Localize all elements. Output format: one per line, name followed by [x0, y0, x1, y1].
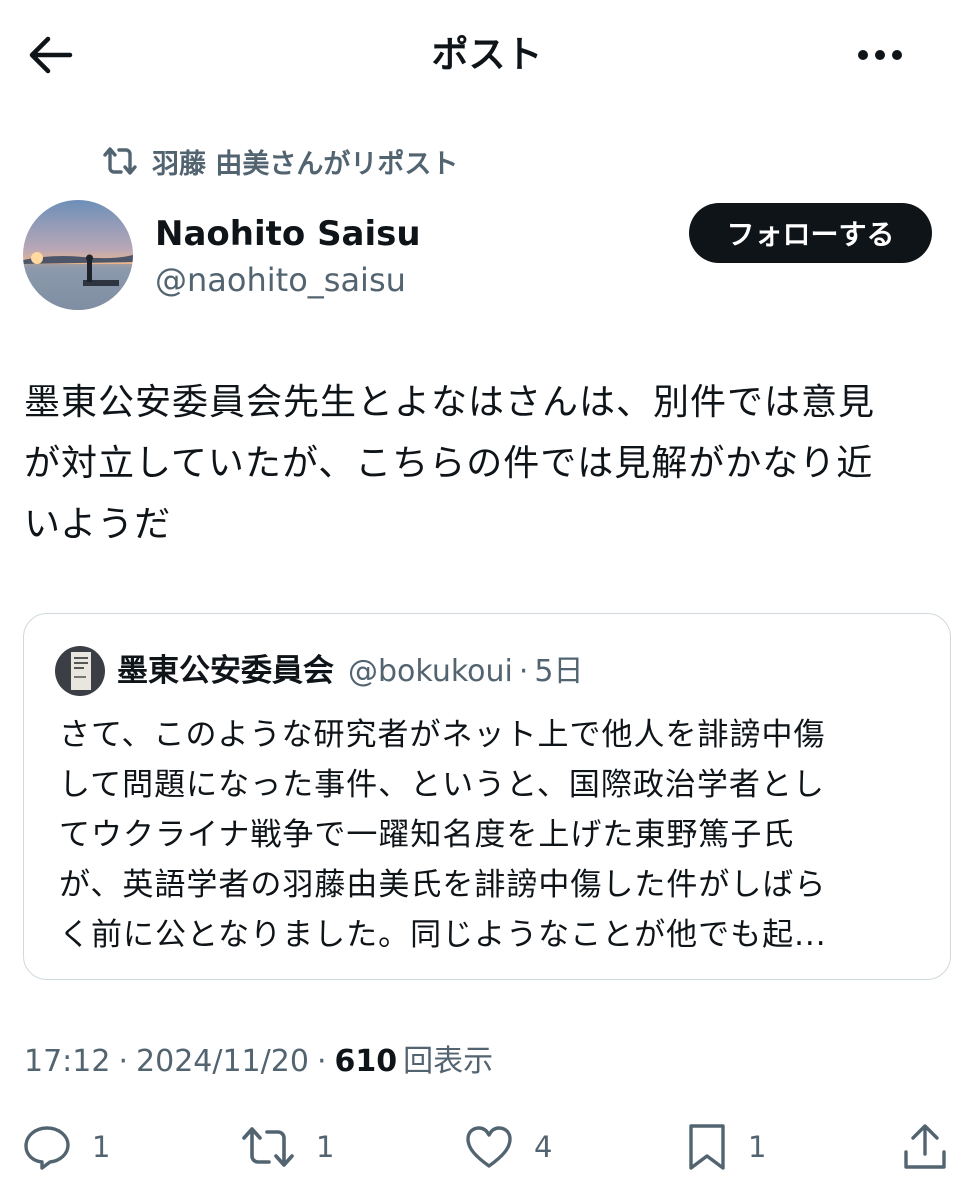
quote-timestamp[interactable]: 5日: [534, 651, 583, 693]
share-button[interactable]: [900, 1120, 950, 1174]
repost-label: 羽藤 由美さんがリポスト: [152, 148, 459, 180]
share-icon: [904, 1124, 946, 1169]
like-count: 4: [534, 1130, 553, 1164]
like-button[interactable]: 4: [464, 1120, 552, 1174]
repost-count: 1: [316, 1130, 335, 1164]
quote-author-name[interactable]: 墨東公安委員会: [117, 650, 334, 692]
repost-context[interactable]: 羽藤 由美さんがリポスト: [102, 143, 459, 180]
heart-icon: [466, 1126, 512, 1168]
repost-button[interactable]: 1: [240, 1120, 334, 1174]
page-title: ポスト: [431, 33, 543, 76]
bookmark-button[interactable]: 1: [686, 1120, 766, 1174]
reply-count: 1: [92, 1130, 111, 1164]
quote-author-handle[interactable]: @bokukoui: [348, 651, 513, 693]
quoted-post[interactable]: 墨東公安委員会 @bokukoui · 5日 さて、このような研究者がネット上で…: [23, 613, 951, 980]
quote-header: 墨東公安委員会 @bokukoui · 5日: [117, 650, 584, 693]
more-options-button[interactable]: [848, 32, 912, 78]
meta-separator: ·: [118, 1044, 129, 1079]
reply-icon: [24, 1126, 70, 1170]
reply-button[interactable]: 1: [22, 1120, 110, 1174]
repost-icon: [242, 1127, 294, 1167]
post-meta: 17:12 · 2024/11/20 · 610 回表示: [24, 1040, 493, 1084]
meta-separator: ·: [316, 1044, 327, 1079]
view-count: 610: [334, 1044, 398, 1079]
action-bar: 1 1 4 1: [0, 1112, 974, 1182]
bookmark-count: 1: [748, 1130, 767, 1164]
view-count-label[interactable]: 回表示: [403, 1040, 493, 1084]
more-horizontal-icon: [858, 50, 868, 60]
avatar[interactable]: [23, 200, 133, 310]
top-bar: ポスト: [0, 0, 974, 110]
post-date: 2024/11/20: [136, 1044, 309, 1079]
author-handle[interactable]: @naohito_saisu: [155, 258, 406, 302]
post-time: 17:12: [24, 1044, 111, 1079]
post-text: 墨東公安委員会先生とよなはさんは、別件では意見 が対立していたが、こちらの件では…: [24, 382, 876, 545]
follow-button[interactable]: フォローする: [689, 203, 932, 263]
bookmark-icon: [689, 1124, 725, 1170]
repost-icon: [103, 147, 137, 175]
quote-separator: ·: [518, 654, 529, 689]
quote-avatar[interactable]: [55, 646, 105, 696]
author-name[interactable]: Naohito Saisu: [155, 212, 421, 256]
quote-text: さて、このような研究者がネット上で他人を誹謗中傷 して問題になった事件、というと…: [59, 717, 827, 953]
